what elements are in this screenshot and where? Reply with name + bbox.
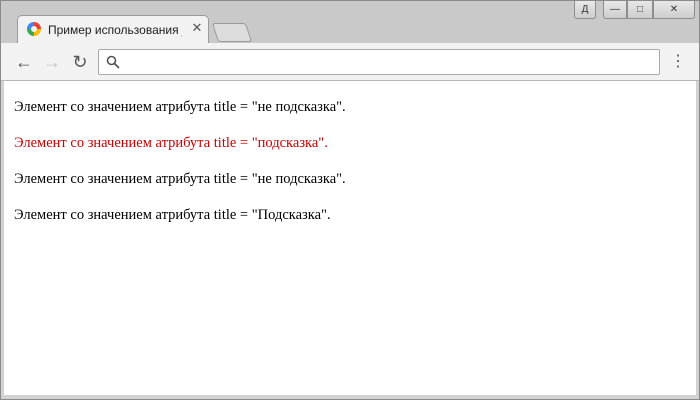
paragraph-4: Элемент со значением атрибута title = "П… [14,207,331,223]
menu-icon[interactable]: ⋮ [669,51,687,73]
tab-active[interactable]: Пример использования jQuery ✕ [17,15,209,43]
paragraph-2: Элемент со значением атрибута title = "п… [14,135,328,151]
reload-icon[interactable]: ↻ [69,51,91,73]
tab-title: Пример использования jQuery [48,23,182,37]
tab-strip: Пример использования jQuery ✕ Д — □ ✕ [1,1,699,43]
tab-close-icon[interactable]: ✕ [190,21,204,35]
minimize-button[interactable]: — [603,1,627,19]
paragraph-1: Элемент со значением атрибута title = "н… [14,99,346,115]
search-icon [106,55,120,69]
close-window-button[interactable]: ✕ [653,1,695,19]
address-bar[interactable] [98,49,660,75]
page-content: Элемент со значением атрибута title = "н… [4,81,696,395]
maximize-button[interactable]: □ [627,1,653,19]
new-tab-button[interactable] [211,23,253,42]
paragraph-3: Элемент со значением атрибута title = "н… [14,171,346,187]
back-arrow-icon[interactable]: ← [13,51,35,73]
browser-window: Пример использования jQuery ✕ Д — □ ✕ ← … [0,0,700,400]
address-input[interactable] [127,53,651,73]
forward-arrow-icon[interactable]: → [41,51,63,73]
favicon-icon [27,22,41,36]
profile-button[interactable]: Д [574,1,596,19]
browser-toolbar: ← → ↻ ⋮ [1,43,699,81]
